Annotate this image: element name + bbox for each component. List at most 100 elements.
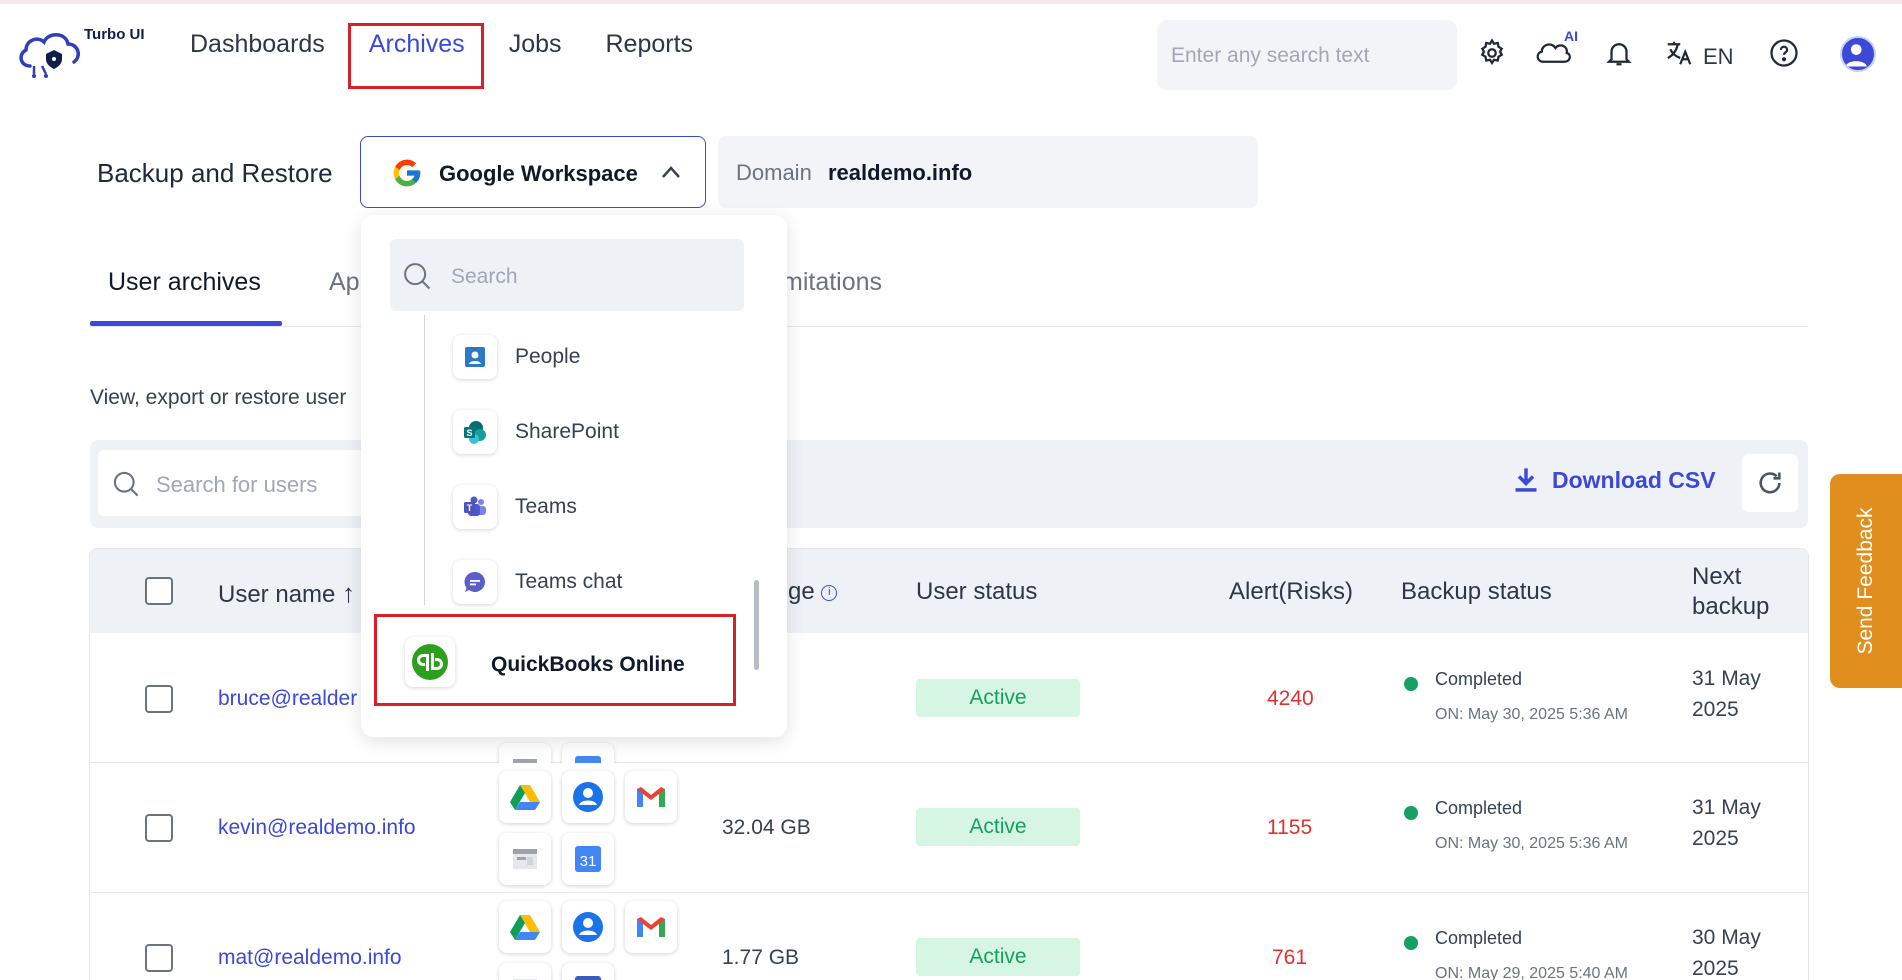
people-icon — [465, 347, 485, 367]
storage-value: 1.77 GB — [722, 946, 800, 969]
alert-count[interactable]: 1155 — [1267, 816, 1312, 840]
sort-up-arrow-icon[interactable]: ↑ — [342, 578, 355, 608]
top-accent-line — [0, 0, 1902, 4]
select-all-checkbox[interactable] — [145, 577, 173, 605]
docs-icon — [513, 849, 537, 869]
backup-status-text: Completed — [1435, 669, 1523, 689]
download-icon — [1515, 468, 1537, 492]
status-dot — [1404, 806, 1418, 820]
google-logo-icon — [393, 159, 421, 187]
dropdown-item-quickbooks-online[interactable]: QuickBooks Online — [374, 614, 736, 706]
dropdown-item-label: Teams chat — [515, 570, 623, 593]
row-checkbox[interactable] — [145, 814, 173, 842]
dropdown-item-sharepoint[interactable]: S SharePoint — [453, 410, 619, 454]
quickbooks-app-tile — [405, 637, 455, 687]
download-csv-button[interactable]: Download CSV — [1512, 466, 1716, 494]
nav-dashboards[interactable]: Dashboards — [190, 30, 325, 59]
chat-bubble-icon — [464, 571, 485, 592]
dropdown-search-placeholder: Search — [451, 265, 518, 288]
backup-status-text: Completed — [1435, 928, 1523, 948]
backup-time-value: May 30, 2025 5:36 AM — [1467, 835, 1629, 852]
alert-count[interactable]: 761 — [1272, 946, 1307, 970]
app-tile-gmail — [625, 901, 677, 953]
tab-apps[interactable]: Ap — [329, 268, 360, 297]
user-email-link[interactable]: kevin@realdemo.info — [218, 816, 416, 840]
app-tile-calendar — [562, 963, 614, 980]
user-avatar-icon[interactable] — [1840, 36, 1876, 72]
row-checkbox[interactable] — [145, 685, 173, 713]
user-archives-table: User name ↑ ge i User status Alert(Risks… — [89, 548, 1809, 980]
table-toolbar: Search for users Download CSV — [90, 440, 1808, 528]
dropdown-item-people[interactable]: People — [453, 335, 580, 379]
app-tile-docs — [499, 833, 551, 885]
backup-time: ON: May 30, 2025 5:36 AM — [1435, 835, 1628, 853]
docs-icon — [513, 979, 537, 980]
status-badge: Active — [916, 938, 1080, 976]
info-icon[interactable]: i — [821, 584, 838, 601]
user-search-input[interactable]: Search for users — [98, 450, 398, 516]
calendar-icon — [575, 976, 601, 980]
app-tile-people — [562, 901, 614, 953]
tab-user-archives[interactable]: User archives — [108, 268, 261, 297]
workspace-label: Google Workspace — [439, 161, 638, 186]
backup-on-label: ON: — [1435, 706, 1464, 723]
user-search-placeholder: Search for users — [156, 472, 318, 497]
dropdown-item-label: Teams — [515, 495, 577, 518]
teams-icon-letter: T — [467, 503, 473, 513]
backup-time-value: May 30, 2025 5:36 AM — [1467, 706, 1629, 723]
search-icon — [113, 471, 139, 497]
sharepoint-icon-letter: S — [466, 428, 472, 438]
nav-jobs[interactable]: Jobs — [509, 30, 562, 59]
dropdown-scrollbar[interactable] — [754, 580, 759, 670]
workspace-dropdown-menu: Search People S SharePoint T Teams Teams… — [361, 215, 787, 737]
help-icon[interactable] — [1769, 38, 1799, 68]
page-title: Backup and Restore — [97, 158, 333, 188]
next-backup-date: 31 May 2025 — [1692, 792, 1761, 854]
col-next-backup-line2: backup — [1692, 593, 1770, 620]
user-email-link[interactable]: bruce@realder — [218, 687, 357, 711]
dropdown-item-teams-chat[interactable]: Teams chat — [453, 560, 622, 604]
next-backup-date: 31 May 2025 — [1692, 663, 1761, 725]
backup-time-value: May 29, 2025 5:40 AM — [1467, 965, 1629, 980]
refresh-icon — [1759, 472, 1781, 494]
tab-limitations[interactable]: mitations — [782, 268, 882, 297]
language-selector[interactable]: EN — [1703, 44, 1734, 70]
table-row[interactable]: kevin@realdemo.info 31 32.04 GB Active 1… — [90, 763, 1808, 893]
global-search-input[interactable]: Enter any search text — [1157, 20, 1457, 90]
backup-time: ON: May 30, 2025 5:36 AM — [1435, 706, 1628, 724]
contacts-icon — [573, 912, 603, 942]
nav-reports[interactable]: Reports — [606, 30, 694, 59]
col-user-name-label: User name — [218, 581, 336, 608]
row-checkbox[interactable] — [145, 944, 173, 972]
send-feedback-tab[interactable]: Send Feedback — [1830, 474, 1902, 688]
dropdown-item-teams[interactable]: T Teams — [453, 485, 577, 529]
col-user-name[interactable]: User name ↑ — [218, 578, 355, 609]
turbo-cloud-logo-icon[interactable] — [16, 26, 86, 78]
send-feedback-label: Send Feedback — [1854, 507, 1877, 655]
status-dot — [1404, 677, 1418, 691]
table-row[interactable]: mat@realdemo.info 1.77 GB Active 761 Com… — [90, 893, 1808, 980]
storage-value: 32.04 GB — [722, 816, 811, 839]
app-tile-people — [562, 771, 614, 823]
workspace-select[interactable]: Google Workspace — [360, 136, 706, 208]
next-backup-date: 30 May 2025 — [1692, 922, 1761, 980]
domain-value: realdemo.info — [828, 160, 973, 185]
alert-count[interactable]: 4240 — [1267, 687, 1314, 711]
dropdown-search-input[interactable]: Search — [390, 239, 744, 311]
search-icon — [404, 263, 431, 290]
user-email-link[interactable]: mat@realdemo.info — [218, 946, 402, 970]
table-row[interactable]: bruce@realder GB Active 4240 Completed O… — [90, 633, 1808, 795]
teams-icon: T — [464, 496, 486, 516]
col-alert: Alert(Risks) — [1229, 578, 1353, 605]
gear-icon[interactable] — [1477, 38, 1507, 68]
refresh-button[interactable] — [1742, 454, 1798, 512]
domain-label: Domain — [736, 160, 812, 185]
app-tile-calendar: 31 — [562, 833, 614, 885]
translate-icon[interactable] — [1664, 38, 1694, 68]
bell-icon[interactable] — [1604, 38, 1634, 68]
app-tile-drive — [499, 901, 551, 953]
download-csv-label: Download CSV — [1552, 466, 1716, 493]
contacts-icon — [573, 782, 603, 812]
col-next-backup-line1: Next — [1692, 563, 1742, 590]
col-user-status: User status — [916, 578, 1038, 605]
